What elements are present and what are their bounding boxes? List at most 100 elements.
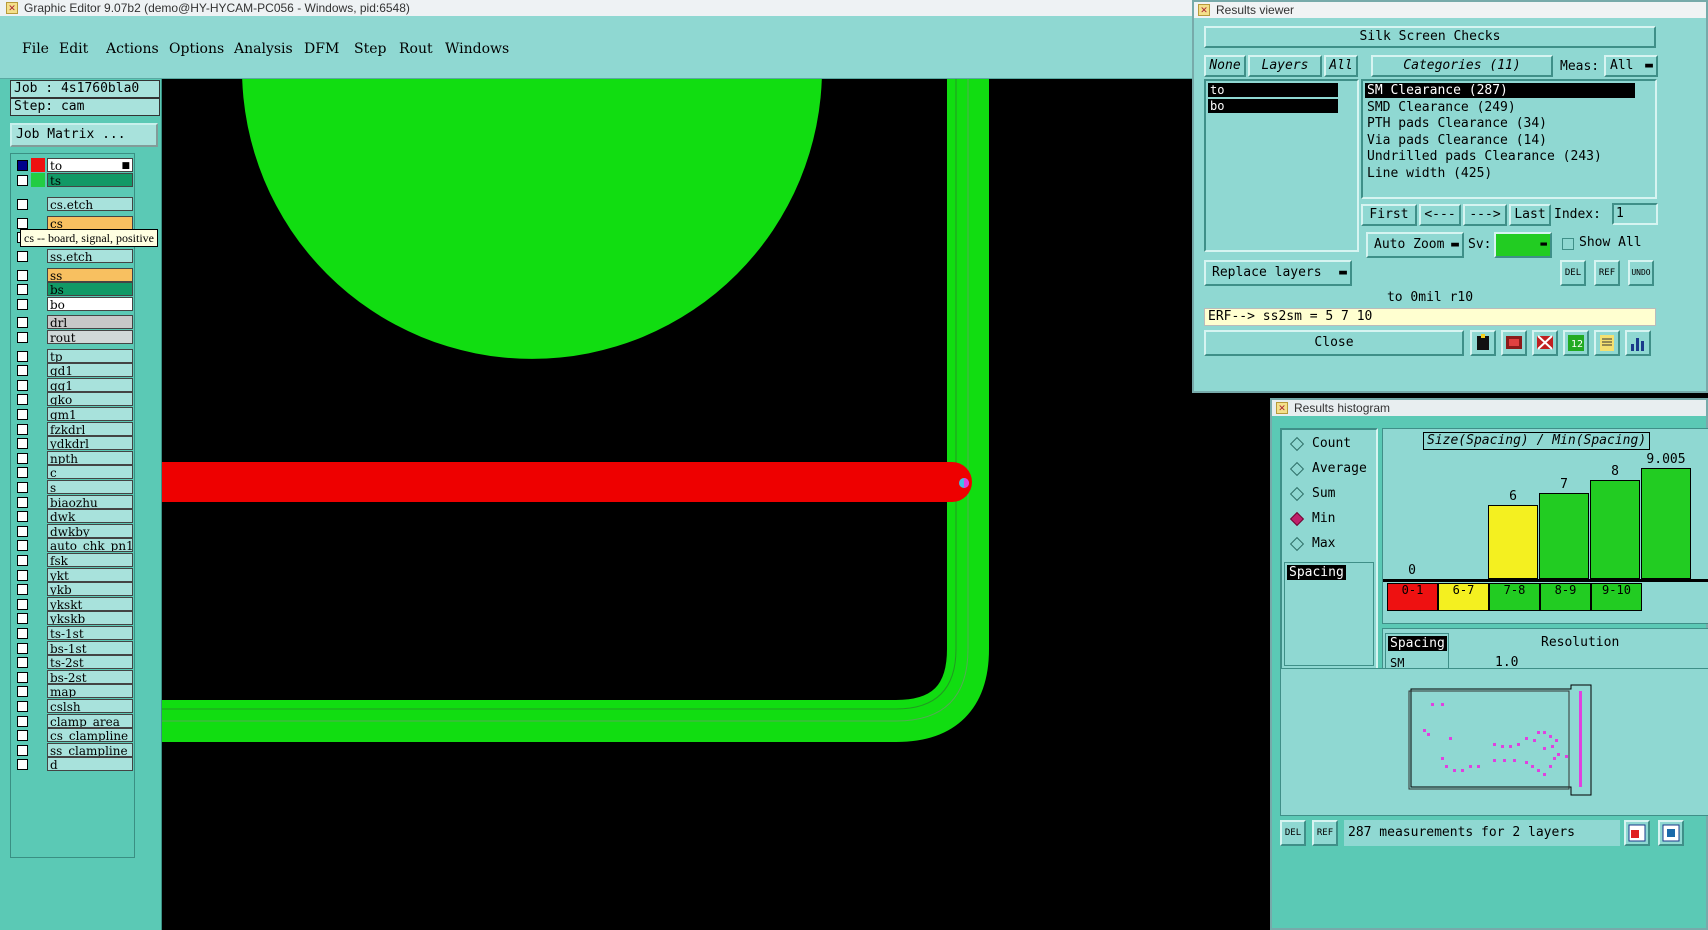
mode-radio-count[interactable]: Count bbox=[1289, 436, 1351, 451]
layer-checkbox[interactable] bbox=[17, 409, 28, 420]
histogram-bar[interactable] bbox=[1590, 480, 1640, 579]
layer-checkbox[interactable] bbox=[17, 467, 28, 479]
layer-row-gg1[interactable]: gg1 bbox=[13, 377, 133, 392]
show-all-checkbox[interactable] bbox=[1562, 238, 1574, 250]
radio-diamond-icon[interactable] bbox=[1289, 511, 1305, 526]
layer-name[interactable]: to ■ bbox=[47, 158, 133, 172]
layer-name[interactable]: cslsh bbox=[47, 699, 133, 713]
all-button[interactable]: All bbox=[1324, 55, 1358, 77]
layer-row-dwk[interactable]: dwk bbox=[13, 509, 133, 524]
tool-figure-icon[interactable] bbox=[1470, 330, 1496, 356]
layer-checkbox[interactable] bbox=[17, 394, 28, 406]
layer-checkbox[interactable] bbox=[17, 452, 28, 464]
layer-row-cs[interactable]: cs bbox=[13, 215, 133, 230]
none-button[interactable]: None bbox=[1204, 55, 1246, 77]
layer-checkbox[interactable] bbox=[17, 759, 28, 771]
reference-icon[interactable]: REF bbox=[1594, 260, 1620, 286]
category-item[interactable]: Line width (425) bbox=[1365, 166, 1635, 181]
tool-histogram-icon[interactable] bbox=[1625, 330, 1651, 356]
radio-diamond-icon[interactable] bbox=[1289, 486, 1305, 501]
layer-checkbox[interactable] bbox=[17, 671, 28, 683]
layer-checkbox[interactable] bbox=[17, 332, 28, 343]
layer-name[interactable]: bs-2st bbox=[47, 669, 133, 684]
histogram-bin[interactable]: 6-7 bbox=[1438, 583, 1489, 611]
layer-row-cs-clampline[interactable]: cs_clampline bbox=[13, 728, 133, 743]
histogram-bar[interactable] bbox=[1488, 505, 1538, 579]
layer-row-biaozhu[interactable]: biaozhu bbox=[13, 494, 133, 509]
layer-row-c[interactable]: c bbox=[13, 465, 133, 480]
radio-diamond-icon[interactable] bbox=[1289, 461, 1305, 476]
layer-checkbox[interactable] bbox=[17, 496, 28, 508]
layer-checkbox[interactable] bbox=[17, 598, 28, 610]
layer-row-ykskt[interactable]: ykskt bbox=[13, 596, 133, 611]
layer-row-dwkby[interactable]: dwkby bbox=[13, 523, 133, 538]
layer-row-ss-etch[interactable]: ss.etch bbox=[13, 249, 133, 263]
mode-radio-max[interactable]: Max bbox=[1289, 536, 1335, 551]
mode-radio-sum[interactable]: Sum bbox=[1289, 486, 1335, 501]
layer-checkbox[interactable] bbox=[17, 569, 28, 581]
layer-checkbox[interactable] bbox=[17, 482, 28, 493]
radio-diamond-icon[interactable] bbox=[1289, 436, 1305, 451]
tool-screen-icon[interactable] bbox=[1501, 330, 1527, 356]
next-button[interactable]: ---> bbox=[1463, 204, 1507, 226]
categories-list[interactable]: SM Clearance (287) SMD Clearance (249) PTH… bbox=[1361, 79, 1657, 199]
delete-icon[interactable]: DEL bbox=[1280, 820, 1306, 846]
layer-row-npth[interactable]: npth bbox=[13, 450, 133, 465]
layer-name[interactable]: fsk bbox=[47, 553, 133, 567]
layer-checkbox[interactable] bbox=[17, 251, 28, 262]
board-graphics[interactable] bbox=[162, 79, 1270, 930]
layer-name[interactable]: auto_chk_pn1 bbox=[47, 538, 133, 553]
menu-analysis[interactable]: Analysis bbox=[234, 41, 293, 57]
histogram-bin[interactable]: 7-8 bbox=[1489, 583, 1540, 611]
layer-name[interactable]: bs-1st bbox=[47, 640, 133, 655]
layer-row-ts-2st[interactable]: ts-2st bbox=[13, 655, 133, 670]
layer-checkbox[interactable] bbox=[17, 686, 28, 698]
layer-name[interactable]: ss.etch bbox=[47, 249, 133, 263]
reference-icon[interactable]: REF bbox=[1312, 820, 1338, 846]
category-item[interactable]: Via pads Clearance (14) bbox=[1365, 133, 1635, 148]
layer-row-auto-chk-pn1[interactable]: auto_chk_pn1 bbox=[13, 538, 133, 553]
layer-checkbox[interactable] bbox=[17, 657, 28, 669]
layer-row-map[interactable]: map bbox=[13, 684, 133, 699]
layer-name[interactable]: cs.etch bbox=[47, 197, 133, 212]
layer-row-ydkdrl[interactable]: ydkdrl bbox=[13, 436, 133, 451]
layer-name[interactable]: ts-2st bbox=[47, 655, 133, 670]
menu-dfm[interactable]: DFM bbox=[304, 41, 339, 57]
layer-name[interactable]: ykb bbox=[47, 582, 133, 597]
menu-options[interactable]: Options bbox=[169, 41, 224, 57]
layer-name[interactable]: gg1 bbox=[47, 377, 133, 392]
result-layer-item[interactable]: to bbox=[1208, 83, 1338, 97]
graphic-canvas[interactable] bbox=[162, 79, 1270, 930]
layer-name[interactable]: drl bbox=[47, 315, 133, 330]
zoom-window-icon[interactable] bbox=[1624, 820, 1650, 846]
layer-name[interactable]: map bbox=[47, 684, 133, 699]
layer-row-tp[interactable]: tp bbox=[13, 348, 133, 363]
layer-row-ts[interactable]: ts bbox=[13, 172, 133, 187]
last-button[interactable]: Last bbox=[1509, 204, 1551, 226]
histogram-bin[interactable]: 8-9 bbox=[1540, 583, 1591, 611]
layer-name[interactable]: d bbox=[47, 757, 133, 772]
layer-name[interactable]: dwk bbox=[47, 509, 133, 524]
layer-checkbox[interactable] bbox=[17, 269, 28, 281]
layer-row-s[interactable]: s bbox=[13, 480, 133, 494]
layer-name[interactable]: clamp_area bbox=[47, 713, 133, 728]
overview-map[interactable] bbox=[1280, 668, 1708, 816]
layer-name[interactable]: bo bbox=[47, 296, 133, 311]
layer-checkbox[interactable] bbox=[17, 744, 28, 756]
layer-name[interactable]: s bbox=[47, 480, 133, 494]
tool-no-icon[interactable] bbox=[1532, 330, 1558, 356]
menu-actions[interactable]: Actions bbox=[106, 41, 159, 57]
layer-name[interactable]: gko bbox=[47, 392, 133, 407]
layer-row-ss[interactable]: ss bbox=[13, 267, 133, 282]
layer-name[interactable]: ykskb bbox=[47, 611, 133, 626]
result-layers-list[interactable]: to bo bbox=[1204, 79, 1359, 252]
mode-radio-min[interactable]: Min bbox=[1289, 511, 1335, 526]
layer-row-rout[interactable]: rout bbox=[13, 330, 133, 344]
auto-zoom-dropdown[interactable]: Auto Zoom ▬ bbox=[1366, 232, 1464, 258]
layer-row-ykt[interactable]: ykt bbox=[13, 567, 133, 582]
zoom-home-icon[interactable] bbox=[1658, 820, 1684, 846]
layer-name[interactable]: ss_clampline bbox=[47, 742, 133, 757]
layer-name[interactable]: dwkby bbox=[47, 523, 133, 538]
layer-checkbox[interactable] bbox=[17, 555, 28, 566]
layer-row-clamp-area[interactable]: clamp_area bbox=[13, 713, 133, 728]
